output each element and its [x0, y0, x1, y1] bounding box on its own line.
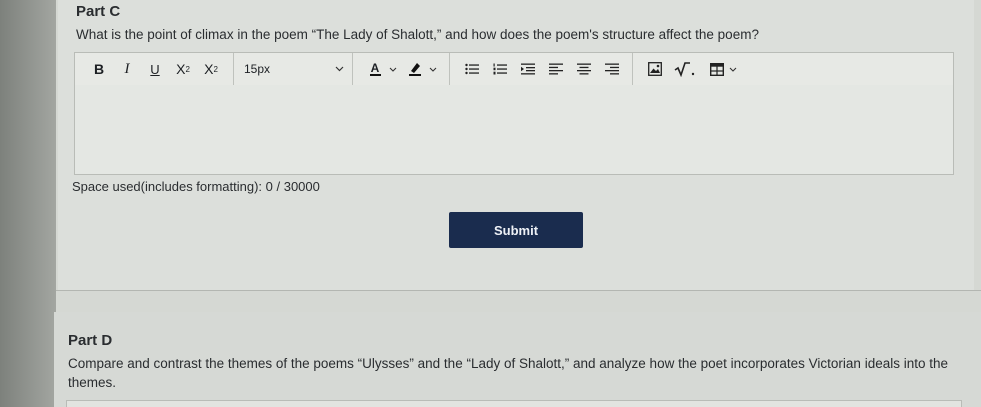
- insert-group: [633, 53, 737, 85]
- font-size-select[interactable]: 15px: [234, 53, 352, 85]
- font-color-label: A: [370, 60, 380, 75]
- align-left-icon[interactable]: [545, 57, 567, 81]
- left-background-band: [0, 0, 56, 407]
- math-formula-icon[interactable]: [672, 57, 700, 81]
- chevron-down-icon[interactable]: [389, 67, 397, 72]
- font-color-swatch: [369, 73, 381, 76]
- submit-button[interactable]: Submit: [449, 212, 583, 248]
- subscript-mark: 2: [213, 64, 218, 74]
- editor-toolbar: B I U X2 X2 15px A: [74, 52, 954, 86]
- underline-button[interactable]: U: [144, 57, 166, 81]
- part-c-question: What is the point of climax in the poem …: [76, 27, 759, 42]
- paragraph-group: [450, 53, 632, 85]
- part-d-editor-toolbar: [66, 400, 962, 407]
- bold-button[interactable]: B: [88, 57, 110, 81]
- superscript-label: X: [176, 61, 186, 77]
- bullet-list-icon[interactable]: [461, 57, 483, 81]
- superscript-mark: 2: [185, 64, 190, 74]
- part-d-question: Compare and contrast the themes of the p…: [68, 356, 948, 390]
- align-center-icon[interactable]: [573, 57, 595, 81]
- insert-image-icon[interactable]: [644, 57, 666, 81]
- chevron-down-icon[interactable]: [429, 67, 437, 72]
- part-d-title: Part D: [68, 332, 113, 349]
- chevron-down-icon: [335, 66, 344, 72]
- part-c-title: Part C: [76, 3, 121, 20]
- space-used-counter: Space used(includes formatting): 0 / 300…: [72, 179, 320, 194]
- font-size-value: 15px: [244, 62, 271, 76]
- table-icon[interactable]: [706, 57, 728, 81]
- italic-button[interactable]: I: [116, 57, 138, 81]
- subscript-button[interactable]: X2: [200, 57, 222, 81]
- subscript-label: X: [204, 61, 214, 77]
- align-right-icon[interactable]: [601, 57, 623, 81]
- color-group: A: [353, 53, 449, 85]
- section-divider: [56, 290, 981, 291]
- text-format-group: B I U X2 X2: [75, 53, 233, 85]
- highlight-color-icon[interactable]: [404, 57, 426, 81]
- numbered-list-icon[interactable]: [489, 57, 511, 81]
- font-color-button[interactable]: A: [364, 57, 386, 81]
- chevron-down-icon[interactable]: [729, 67, 737, 72]
- indent-icon[interactable]: [517, 57, 539, 81]
- answer-editor[interactable]: [74, 85, 954, 175]
- superscript-button[interactable]: X2: [172, 57, 194, 81]
